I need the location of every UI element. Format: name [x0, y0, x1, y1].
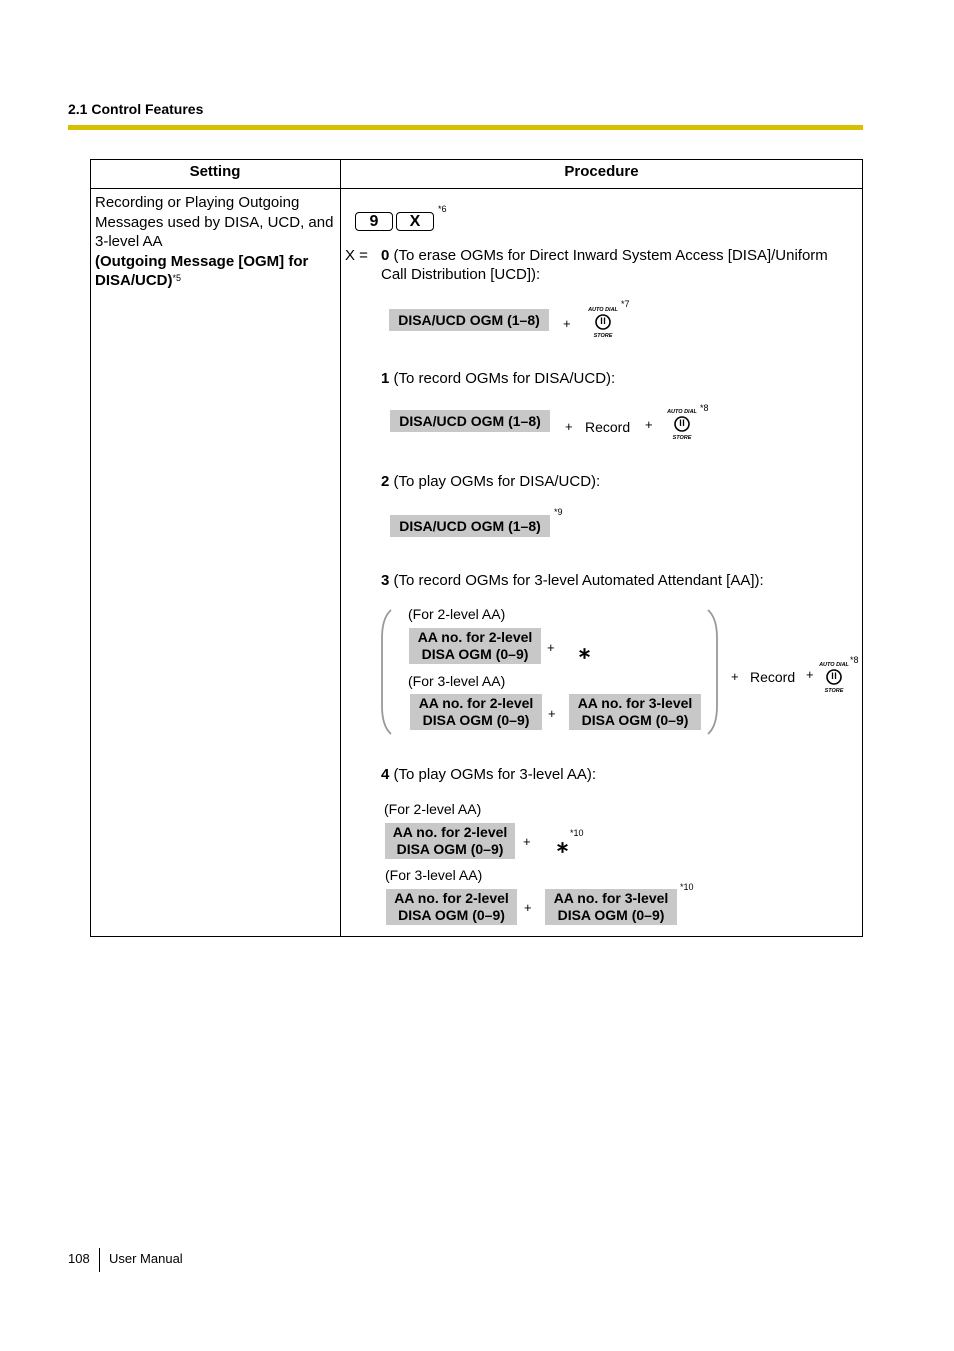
- option-2-footnote: *9: [554, 507, 563, 517]
- option-0-number: 0: [381, 247, 390, 264]
- footer-divider: [99, 1248, 100, 1272]
- plus-sign: +: [563, 316, 571, 331]
- svg-text:STORE: STORE: [673, 435, 692, 440]
- setting-description: Recording or Playing Outgoing Messages u…: [95, 194, 334, 250]
- star-key-icon: ⁎: [557, 832, 568, 857]
- box-line: DISA OGM (0–9): [421, 646, 529, 662]
- aa-2-level-box: AA no. for 2-level DISA OGM (0–9): [386, 889, 517, 925]
- svg-text:AUTO DIAL: AUTO DIAL: [666, 409, 697, 415]
- option-2-text: (To play OGMs for DISA/UCD):: [393, 473, 601, 490]
- setting-footnote: *5: [172, 273, 182, 283]
- option-2-number: 2: [381, 473, 390, 490]
- aa-3-level-box: AA no. for 3-level DISA OGM (0–9): [545, 889, 677, 925]
- for-2-level-label: (For 2-level AA): [384, 801, 482, 817]
- header-divider: [90, 188, 863, 189]
- svg-text:AUTO DIAL: AUTO DIAL: [818, 662, 849, 668]
- auto-dial-store-button-icon: AUTO DIAL STORE: [587, 307, 618, 338]
- auto-dial-store-button-icon: AUTO DIAL STORE: [818, 662, 849, 693]
- option-3-text: (To record OGMs for 3-level Automated At…: [393, 572, 764, 589]
- svg-text:STORE: STORE: [594, 333, 613, 338]
- box-line: DISA OGM (0–9): [396, 841, 504, 857]
- box-line: AA no. for 2-level: [392, 824, 508, 840]
- option-1-line: 1 (To record OGMs for DISA/UCD):: [381, 370, 615, 387]
- svg-text:STORE: STORE: [825, 688, 844, 693]
- section-title: 2.1 Control Features: [68, 101, 204, 117]
- box-line: AA no. for 3-level: [553, 890, 669, 906]
- disa-ucd-ogm-box: DISA/UCD OGM (1–8): [390, 410, 550, 432]
- option-4-text: (To play OGMs for 3-level AA):: [393, 766, 597, 783]
- key-9: 9: [355, 212, 393, 231]
- setting-name: (Outgoing Message [OGM] for DISA/UCD): [95, 252, 309, 290]
- x-label: X =: [345, 247, 368, 264]
- key-x: X: [396, 212, 434, 231]
- box-line: AA no. for 2-level: [417, 629, 533, 645]
- option-3-footnote: *8: [850, 655, 859, 665]
- plus-sign: +: [548, 706, 556, 721]
- plus-sign: +: [806, 667, 814, 682]
- for-3-level-label: (For 3-level AA): [408, 673, 506, 689]
- page-number: 108: [68, 1251, 90, 1266]
- plus-sign: +: [731, 669, 739, 684]
- option-0-text: (To erase OGMs for Direct Inward System …: [393, 247, 828, 264]
- box-line: DISA OGM (0–9): [581, 712, 689, 728]
- box-line: DISA OGM (0–9): [557, 907, 665, 923]
- option-4-footnote: *10: [570, 828, 584, 838]
- star-key-icon: ⁎: [579, 638, 590, 663]
- plus-sign: +: [523, 834, 531, 849]
- box-line: DISA OGM (0–9): [398, 907, 505, 923]
- for-2-level-label: (For 2-level AA): [408, 606, 506, 622]
- option-1-text: (To record OGMs for DISA/UCD):: [393, 370, 616, 387]
- column-divider: [340, 159, 341, 937]
- option-2-line: 2 (To play OGMs for DISA/UCD):: [381, 473, 600, 490]
- box-line: AA no. for 2-level: [418, 695, 534, 711]
- column-header-setting: Setting: [189, 163, 241, 180]
- svg-text:AUTO DIAL: AUTO DIAL: [587, 307, 618, 313]
- option-1-number: 1: [381, 370, 390, 387]
- box-line: DISA OGM (0–9): [422, 712, 530, 728]
- option-0-line2: Call Distribution [UCD]):: [381, 266, 541, 283]
- option-4-line: 4 (To play OGMs for 3-level AA):: [381, 766, 596, 783]
- plus-sign: +: [565, 419, 573, 434]
- header-rule: [68, 125, 863, 130]
- for-3-level-label: (For 3-level AA): [385, 867, 483, 883]
- right-brace: [707, 609, 718, 735]
- option-1-footnote: *8: [700, 403, 709, 413]
- option-3-number: 3: [381, 572, 390, 589]
- auto-dial-store-button-icon: AUTO DIAL STORE: [666, 409, 697, 440]
- column-header-procedure: Procedure: [564, 163, 639, 180]
- keys-footnote: *6: [438, 204, 447, 214]
- aa-2-level-box: AA no. for 2-level DISA OGM (0–9): [409, 628, 541, 664]
- option-4-footnote: *10: [680, 882, 694, 892]
- setting-cell: Recording or Playing Outgoing Messages u…: [95, 193, 335, 291]
- record-label: Record: [750, 669, 796, 685]
- option-0-footnote: *7: [621, 299, 630, 309]
- aa-2-level-box: AA no. for 2-level DISA OGM (0–9): [410, 694, 542, 730]
- option-0-line1: 0 (To erase OGMs for Direct Inward Syste…: [381, 247, 828, 264]
- box-line: AA no. for 3-level: [577, 695, 693, 711]
- disa-ucd-ogm-box: DISA/UCD OGM (1–8): [389, 309, 549, 331]
- box-line: AA no. for 2-level: [394, 890, 509, 906]
- option-4-number: 4: [381, 766, 390, 783]
- footer-label: User Manual: [109, 1251, 183, 1266]
- plus-sign: +: [645, 417, 653, 432]
- record-label: Record: [585, 419, 631, 435]
- aa-2-level-box: AA no. for 2-level DISA OGM (0–9): [385, 823, 515, 859]
- left-brace: [381, 609, 392, 735]
- aa-3-level-box: AA no. for 3-level DISA OGM (0–9): [569, 694, 701, 730]
- option-3-line: 3 (To record OGMs for 3-level Automated …: [381, 572, 764, 589]
- plus-sign: +: [524, 900, 532, 915]
- plus-sign: +: [547, 640, 555, 655]
- disa-ucd-ogm-box: DISA/UCD OGM (1–8): [390, 515, 550, 537]
